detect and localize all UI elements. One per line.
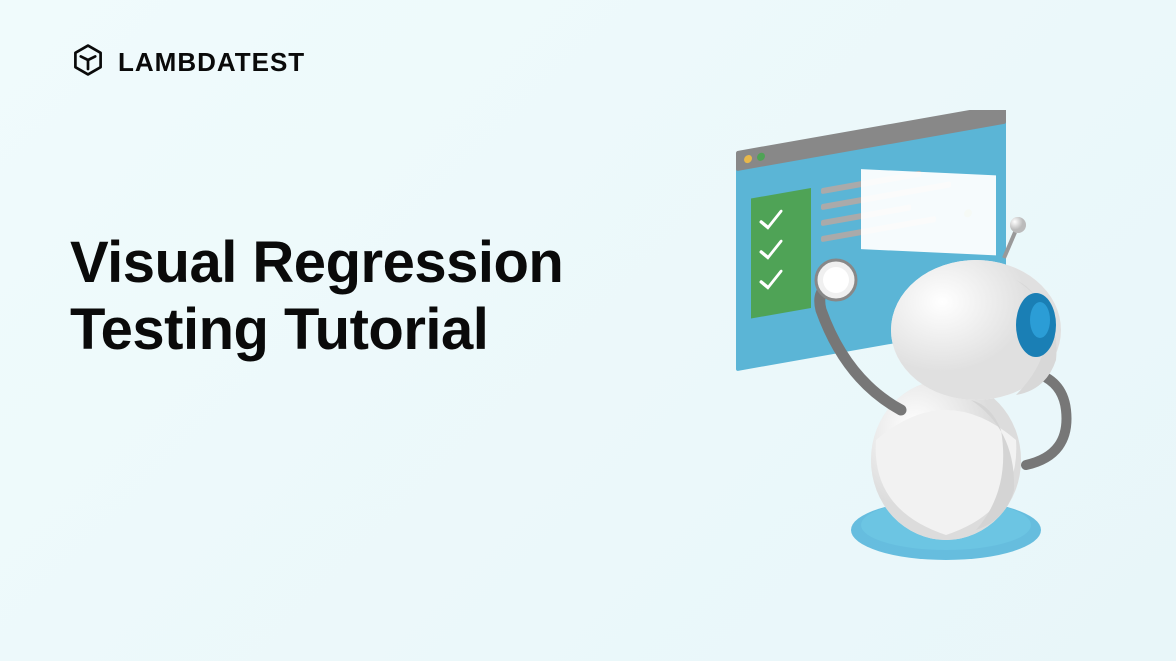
brand-name: LAMBDATEST — [118, 47, 305, 78]
headline-line-2: Testing Tutorial — [70, 297, 488, 362]
headline-line-1: Visual Regression — [70, 230, 563, 295]
robot-illustration — [666, 110, 1106, 570]
brand-logo: LAMBDATEST — [70, 42, 305, 83]
page-title: Visual Regression Testing Tutorial — [70, 230, 563, 363]
logo-icon — [70, 42, 106, 83]
